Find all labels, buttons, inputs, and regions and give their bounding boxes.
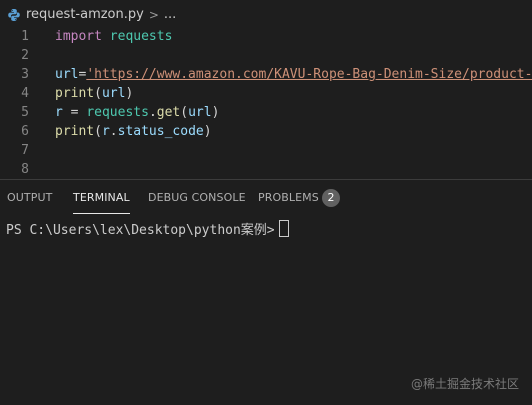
- code-token: url: [188, 105, 212, 120]
- code-token: r: [55, 105, 63, 120]
- code-token: requests: [86, 105, 149, 120]
- tab-debug-console[interactable]: DEBUG CONSOLE: [148, 180, 246, 216]
- panel-tabs: OUTPUT TERMINAL DEBUG CONSOLE PROBLEMS 2: [0, 180, 532, 216]
- vscode-window: request-amzon.py > ... 1 import requests 2…: [0, 0, 532, 405]
- code-token: print: [55, 124, 95, 139]
- code-token: get: [156, 105, 181, 120]
- breadcrumb-more[interactable]: ...: [164, 7, 176, 22]
- code-token: print: [55, 86, 95, 101]
- python-file-icon: [7, 8, 21, 22]
- breadcrumb: request-amzon.py > ...: [0, 0, 532, 29]
- code-text: url='https://www.amazon.com/KAVU-Rope-Ba…: [55, 65, 532, 84]
- tab-output-label: OUTPUT: [7, 191, 53, 204]
- code-token: ): [211, 105, 220, 120]
- line-number: 3: [21, 67, 29, 82]
- code-token: url: [101, 86, 126, 101]
- code-text: print(r.status_code): [55, 122, 212, 141]
- tab-problems[interactable]: PROBLEMS: [258, 180, 319, 216]
- line-number: 2: [21, 48, 29, 63]
- code-editor[interactable]: 1 import requests 2 3 url='https://www.amazo…: [0, 27, 532, 179]
- code-text: r = requests.get(url): [55, 103, 219, 122]
- tab-terminal[interactable]: TERMINAL: [73, 180, 130, 216]
- tab-problems-label: PROBLEMS: [258, 191, 319, 204]
- code-token: .: [109, 124, 118, 139]
- code-line[interactable]: 7: [0, 141, 532, 160]
- code-line[interactable]: 1 import requests: [0, 27, 532, 46]
- code-token: (: [180, 105, 189, 120]
- code-line[interactable]: 3 url='https://www.amazon.com/KAVU-Rope-B…: [0, 65, 532, 84]
- line-number: 6: [21, 124, 29, 139]
- code-line[interactable]: 8: [0, 160, 532, 179]
- code-token: 'https://www.amazon.com/KAVU-Rope-Bag-De…: [86, 67, 532, 82]
- active-tab-indicator: [73, 213, 130, 214]
- code-text: print(url): [55, 84, 133, 103]
- tab-debug-console-label: DEBUG CONSOLE: [148, 191, 246, 204]
- problems-count-badge: 2: [322, 189, 340, 207]
- code-token: requests: [109, 29, 173, 44]
- code-token: (: [94, 86, 102, 101]
- breadcrumb-separator: >: [148, 7, 159, 22]
- code-token: import: [55, 29, 102, 44]
- line-number: 7: [21, 143, 29, 158]
- code-line[interactable]: 6 print(r.status_code): [0, 122, 532, 141]
- code-text: import requests: [55, 27, 172, 46]
- code-token: (: [94, 124, 102, 139]
- code-line[interactable]: 2: [0, 46, 532, 65]
- breadcrumb-file-name[interactable]: request-amzon.py: [26, 7, 144, 22]
- line-number: 5: [21, 105, 29, 120]
- line-number: 8: [21, 162, 29, 177]
- watermark: @稀土掘金技术社区: [410, 377, 519, 391]
- line-number: 1: [21, 29, 29, 44]
- code-token: =: [62, 105, 87, 120]
- terminal-prompt-line: PS C:\Users\lex\Desktop\python案例>: [6, 220, 289, 240]
- code-line[interactable]: 4 print(url): [0, 84, 532, 103]
- tab-terminal-label: TERMINAL: [73, 191, 130, 204]
- code-token: ): [203, 124, 212, 139]
- code-token: ): [125, 86, 134, 101]
- tab-output[interactable]: OUTPUT: [7, 180, 52, 216]
- terminal-prompt: PS C:\Users\lex\Desktop\python案例>: [6, 223, 275, 238]
- code-line[interactable]: 5 r = requests.get(url): [0, 103, 532, 122]
- terminal-cursor: [278, 220, 289, 237]
- code-token: r: [101, 124, 110, 139]
- code-token: .: [148, 105, 157, 120]
- code-token: status_code: [117, 124, 204, 139]
- code-token: url: [55, 67, 79, 82]
- line-number: 4: [21, 86, 29, 101]
